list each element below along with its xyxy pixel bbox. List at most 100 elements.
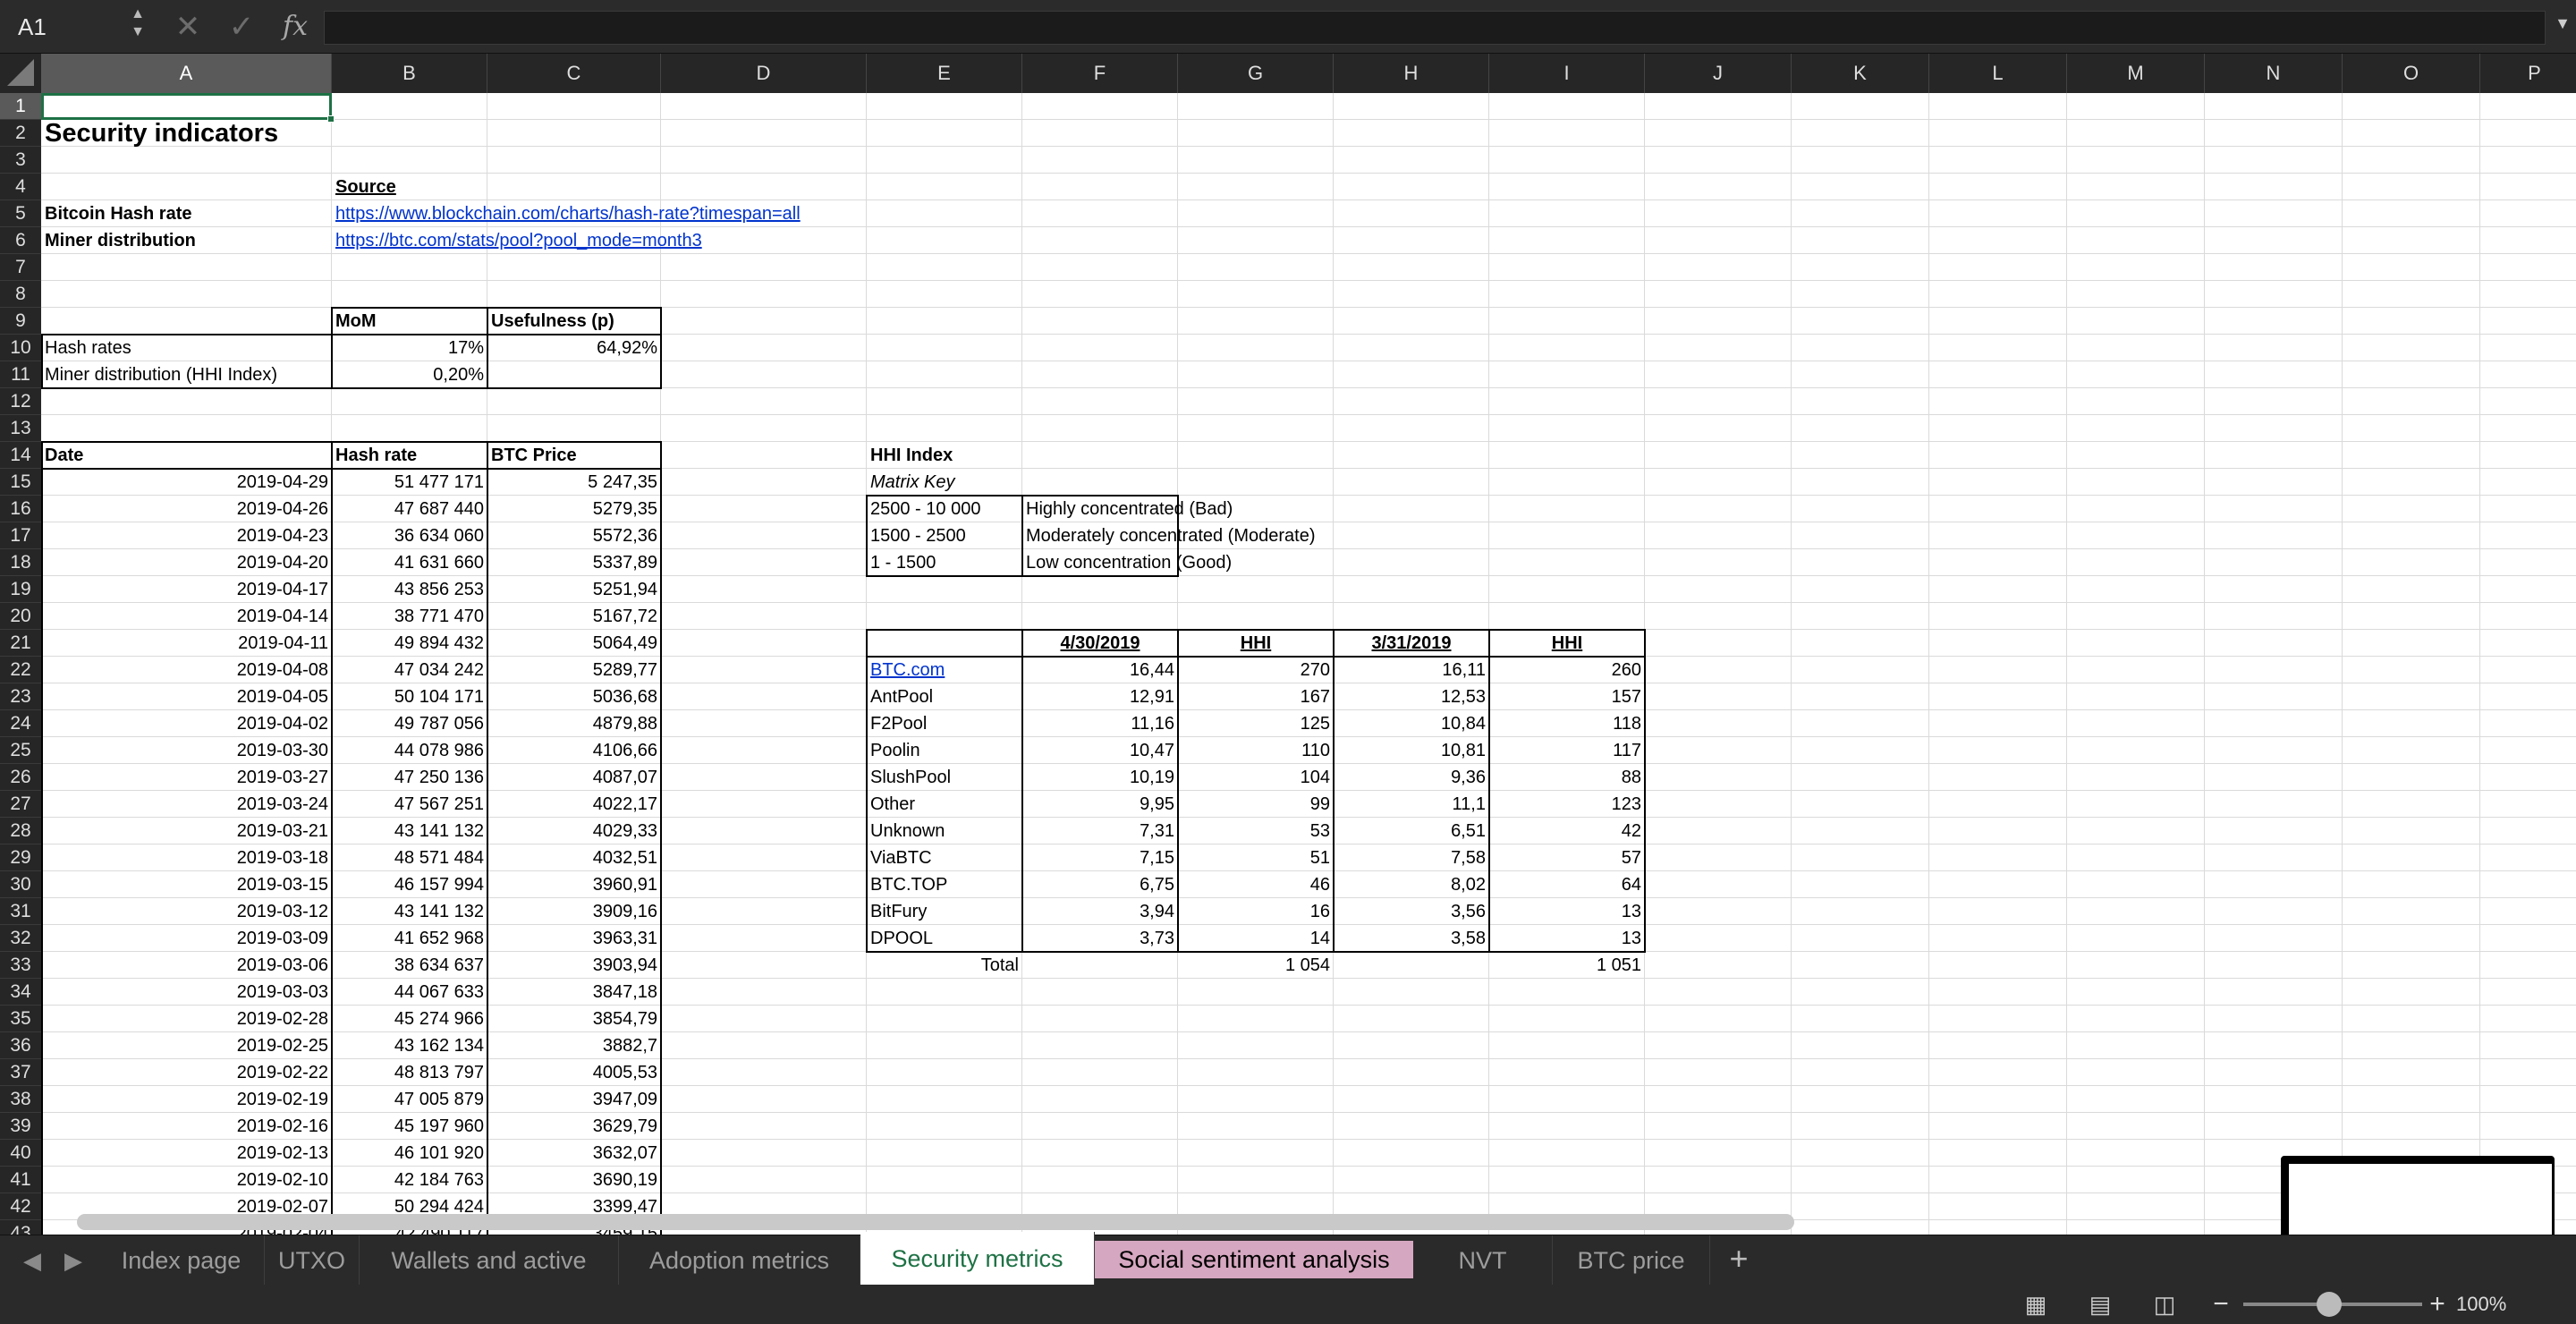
tab-nvt[interactable]: NVT [1413,1235,1553,1286]
column-header-K[interactable]: K [1792,54,1929,93]
row-header-17[interactable]: 17 [0,522,41,549]
column-header-L[interactable]: L [1929,54,2067,93]
row-header-40[interactable]: 40 [0,1140,41,1167]
check-icon[interactable]: ✓ [224,7,259,47]
row-header-38[interactable]: 38 [0,1086,41,1113]
row-header-14[interactable]: 14 [0,442,41,469]
gridline-horizontal [41,280,2576,281]
column-header-I[interactable]: I [1489,54,1645,93]
column-header-B[interactable]: B [332,54,487,93]
gridline-vertical [2342,93,2343,1235]
horizontal-scrollbar[interactable] [77,1214,1794,1230]
row-header-30[interactable]: 30 [0,871,41,898]
row-header-28[interactable]: 28 [0,818,41,844]
row-header-26[interactable]: 26 [0,764,41,791]
row-header-39[interactable]: 39 [0,1113,41,1140]
column-header-A[interactable]: A [41,54,332,93]
column-header-H[interactable]: H [1334,54,1489,93]
active-cell-A1[interactable] [41,93,332,120]
normal-view-icon[interactable]: ▦ [2009,1288,2063,1320]
tab-prev-icon[interactable]: ◀ [14,1235,50,1286]
row-header-34[interactable]: 34 [0,979,41,1006]
status-bar: ▦ ▤ ◫ − + 100% [0,1285,2576,1324]
row-header-2[interactable]: 2 [0,120,41,147]
column-header-D[interactable]: D [661,54,867,93]
data-col-border [487,442,488,1235]
row-header-5[interactable]: 5 [0,200,41,227]
row-header-31[interactable]: 31 [0,898,41,925]
row-header-20[interactable]: 20 [0,603,41,630]
data-table-border [41,441,662,1235]
sheet-grid[interactable]: Security indicators Source Bitcoin Hash ra… [41,93,2576,1235]
row-header-12[interactable]: 12 [0,388,41,415]
row-header-22[interactable]: 22 [0,657,41,683]
row-header-10[interactable]: 10 [0,335,41,361]
row-header-21[interactable]: 21 [0,630,41,657]
page-layout-icon[interactable]: ▤ [2073,1288,2127,1320]
add-sheet-button[interactable]: + [1719,1235,1758,1286]
miner-distribution-link[interactable]: https://btc.com/stats/pool?pool_mode=mon… [332,227,1022,254]
chevron-down-icon[interactable]: ▼ [2555,14,2571,33]
column-header-J[interactable]: J [1645,54,1792,93]
hash-rate-label: Bitcoin Hash rate [45,204,192,224]
row-header-7[interactable]: 7 [0,254,41,281]
summary-col-border [331,335,333,388]
column-header-E[interactable]: E [867,54,1022,93]
row-header-29[interactable]: 29 [0,844,41,871]
hhi-key-col-border [1021,496,1023,576]
row-header-42[interactable]: 42 [0,1193,41,1220]
tab-adoption-metrics[interactable]: Adoption metrics [619,1235,860,1286]
column-header-F[interactable]: F [1022,54,1178,93]
column-header-G[interactable]: G [1178,54,1334,93]
column-header-P[interactable]: P [2480,54,2576,93]
column-header-M[interactable]: M [2067,54,2205,93]
column-header-O[interactable]: O [2343,54,2480,93]
data-col-border [331,442,333,1235]
tab-index-page[interactable]: Index page [98,1235,265,1286]
row-header-6[interactable]: 6 [0,227,41,254]
row-header-27[interactable]: 27 [0,791,41,818]
tab-wallets-and-active-addresses[interactable]: Wallets and active addresses [360,1235,619,1324]
row-header-41[interactable]: 41 [0,1167,41,1193]
fill-handle[interactable] [327,115,335,123]
formula-input[interactable] [324,11,2546,45]
row-header-18[interactable]: 18 [0,549,41,576]
row-header-32[interactable]: 32 [0,925,41,952]
row-header-15[interactable]: 15 [0,469,41,496]
row-header-37[interactable]: 37 [0,1059,41,1086]
pool-total-value: 1 054 [1284,955,1330,975]
row-header-9[interactable]: 9 [0,308,41,335]
column-header-N[interactable]: N [2205,54,2343,93]
row-header-4[interactable]: 4 [0,174,41,200]
name-box-stepper-icon[interactable]: ▲ ▼ [125,5,150,47]
row-header-1[interactable]: 1 [0,93,41,120]
row-header-13[interactable]: 13 [0,415,41,442]
summary-col-border [487,308,488,388]
row-header-25[interactable]: 25 [0,737,41,764]
row-header-36[interactable]: 36 [0,1032,41,1059]
fx-icon[interactable]: fx [275,5,315,48]
tab-security-metrics[interactable]: Security metrics [860,1232,1095,1286]
zoom-out-button[interactable]: − [2207,1286,2234,1322]
row-header-8[interactable]: 8 [0,281,41,308]
row-header-11[interactable]: 11 [0,361,41,388]
hash-rate-link[interactable]: https://www.blockchain.com/charts/hash-r… [332,200,1022,227]
row-header-23[interactable]: 23 [0,683,41,710]
zoom-slider-knob[interactable] [2317,1292,2342,1317]
column-header-C[interactable]: C [487,54,661,93]
tab-utxo[interactable]: UTXO [265,1235,360,1286]
page-break-icon[interactable]: ◫ [2138,1288,2191,1320]
row-header-bar: 1 2 3 4 5 6 7 8 9 10 11 12 13 14 15 16 17 18 19 20 21 22 23 24 2… [0,93,41,1301]
row-header-19[interactable]: 19 [0,576,41,603]
cancel-icon[interactable]: ✕ [170,7,206,47]
row-header-24[interactable]: 24 [0,710,41,737]
summary-body-border [41,334,662,389]
row-header-3[interactable]: 3 [0,147,41,174]
tab-next-icon[interactable]: ▶ [55,1235,91,1286]
tab-btc-price[interactable]: BTC price [1553,1235,1710,1286]
row-header-35[interactable]: 35 [0,1006,41,1032]
zoom-in-button[interactable]: + [2424,1286,2451,1322]
row-header-33[interactable]: 33 [0,952,41,979]
row-header-16[interactable]: 16 [0,496,41,522]
tab-social-sentiment-analysis[interactable]: Social sentiment analysis [1095,1241,1413,1278]
